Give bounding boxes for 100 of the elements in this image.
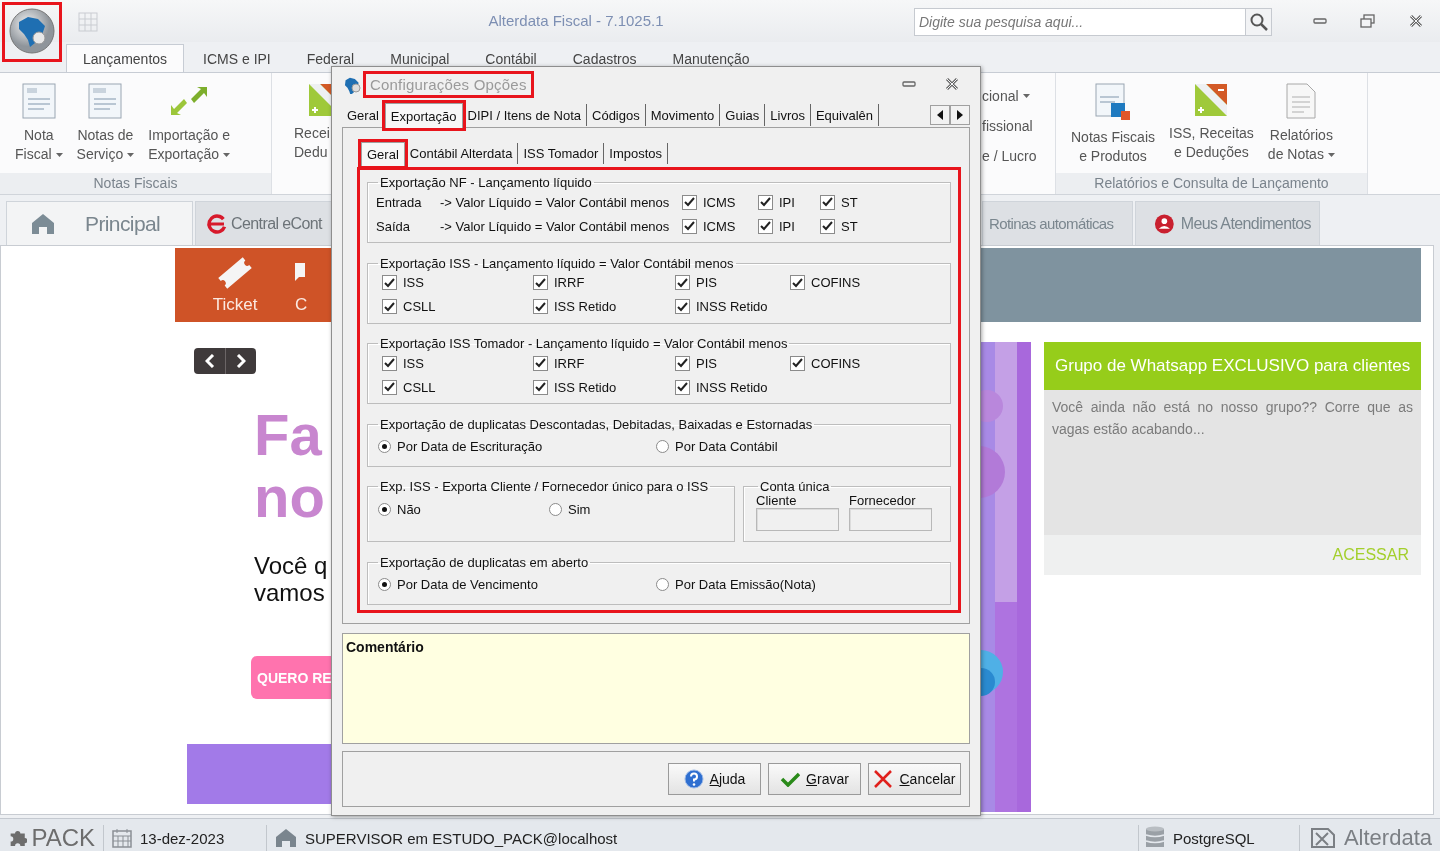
- radio-button[interactable]: [378, 440, 391, 454]
- checkbox[interactable]: [533, 355, 548, 371]
- radio-label: Por Data de Vencimento: [397, 577, 538, 593]
- checkbox[interactable]: [533, 299, 548, 315]
- check-icon: [780, 771, 801, 787]
- checkmark-icon: [384, 301, 395, 312]
- grid-icon: [78, 12, 98, 32]
- ribbon-button[interactable]: Nota Fiscal: [8, 83, 70, 164]
- search-button[interactable]: [1246, 8, 1272, 36]
- ribbon-menu-item[interactable]: fissional: [980, 111, 1055, 141]
- ribbon-button[interactable]: Notas de Serviço: [69, 83, 142, 164]
- checkbox[interactable]: [675, 275, 690, 291]
- shortcut-link[interactable]: Ticket: [175, 248, 295, 322]
- subtab[interactable]: Geral: [361, 142, 405, 166]
- group-title: Exportação de duplicatas Descontadas, Debitadas, Baixadas e Estornadas: [379, 416, 814, 432]
- checkmark-icon: [760, 197, 771, 207]
- chevron-left-icon: [204, 354, 215, 368]
- dialog-tab[interactable]: Equivalên: [810, 104, 880, 126]
- dialog-tab[interactable]: Movimento: [645, 104, 721, 126]
- radio-button[interactable]: [378, 502, 391, 516]
- dialog-button[interactable]: Ajuda: [668, 763, 761, 795]
- radio-label: Sim: [568, 501, 591, 517]
- checkbox[interactable]: [533, 275, 548, 291]
- checkbox[interactable]: [820, 194, 835, 210]
- checkbox-label: ICMS: [703, 218, 736, 234]
- document-icon: [1095, 83, 1131, 121]
- checkbox-label: ST: [841, 218, 858, 234]
- ribbon-tab[interactable]: Lançamentos: [66, 44, 185, 72]
- radio-button[interactable]: [656, 578, 669, 592]
- checkbox[interactable]: [675, 299, 690, 315]
- checkbox[interactable]: [382, 379, 397, 395]
- checkbox[interactable]: [675, 355, 690, 371]
- subtab[interactable]: Impostos: [604, 143, 669, 164]
- dialog-tab[interactable]: DIPI / Itens de Nota: [462, 104, 587, 126]
- radio-label: Por Data Contábil: [675, 439, 778, 455]
- card-title: Grupo de Whatsapp EXCLUSIVO para clientes: [1044, 342, 1421, 390]
- dialog-button[interactable]: Gravar: [768, 763, 861, 795]
- scroll-left-button[interactable]: [930, 105, 950, 125]
- checkmark-icon: [677, 382, 688, 393]
- group-title: Exportação ISS - Lançamento líquido = Valor Contábil menos: [379, 255, 735, 271]
- checkmark-icon: [792, 358, 803, 369]
- comment-box[interactable]: Comentário: [342, 633, 970, 744]
- checkmark-icon: [792, 277, 803, 288]
- headline: Fa no: [254, 404, 325, 528]
- document-icon: [21, 83, 56, 119]
- home-icon: [31, 212, 55, 235]
- checkbox[interactable]: [675, 379, 690, 395]
- dialog-tab[interactable]: Códigos: [587, 104, 646, 126]
- close-icon: [1409, 14, 1423, 28]
- tag-icon: [1194, 83, 1229, 117]
- formula-text: -> Valor Líquido = Valor Contábil menos: [440, 194, 671, 210]
- search-field[interactable]: Digite sua pesquisa aqui...: [914, 8, 1246, 36]
- checkbox[interactable]: [533, 379, 548, 395]
- checkbox[interactable]: [790, 275, 805, 291]
- radio-label: Não: [397, 501, 421, 517]
- checkmark-icon: [677, 301, 688, 312]
- radio-button[interactable]: [549, 502, 562, 516]
- dialog-button[interactable]: Cancelar: [868, 763, 961, 795]
- window-title: Alterdata Fiscal - 7.1025.1: [487, 12, 665, 29]
- minimize-icon: [902, 80, 916, 88]
- dialog-tab[interactable]: Exportação: [384, 103, 463, 128]
- checkmark-icon: [760, 221, 771, 231]
- ribbon-menu-item[interactable]: cional: [980, 81, 1055, 111]
- scroll-right-button[interactable]: [950, 105, 970, 125]
- group-title: Relatórios e Consulta de Lançamento: [1056, 173, 1367, 194]
- dialog-tab[interactable]: Guias: [720, 104, 766, 126]
- checkbox[interactable]: [382, 299, 397, 315]
- checkbox-label: CSLL: [403, 299, 436, 315]
- checkbox[interactable]: [758, 218, 773, 234]
- ribbon-button[interactable]: ISS, Receitas e Deduções: [1162, 83, 1261, 162]
- checkbox[interactable]: [790, 355, 805, 371]
- checkbox-label: PIS: [696, 275, 717, 291]
- ribbon-tab[interactable]: ICMS e IPI: [186, 44, 288, 72]
- checkbox[interactable]: [382, 275, 397, 291]
- ribbon-button[interactable]: Relatórios de Notas: [1260, 83, 1342, 164]
- checkbox-label: ICMS: [703, 194, 736, 210]
- input-field[interactable]: [756, 508, 839, 532]
- subtab[interactable]: ISS Tomador: [518, 143, 605, 164]
- group-title: Exportação de duplicatas em aberto: [379, 554, 590, 570]
- checkbox-label: IRRF: [554, 355, 585, 371]
- radio-button[interactable]: [378, 578, 391, 592]
- checkbox[interactable]: [682, 218, 697, 234]
- e-logo-icon: [206, 212, 228, 235]
- input-field[interactable]: [849, 508, 932, 532]
- checkbox[interactable]: [682, 194, 697, 210]
- card-text: Você ainda não está no nosso grupo?? Corre que as vagas estão acabando...: [1044, 390, 1421, 535]
- checkbox[interactable]: [758, 194, 773, 210]
- checkbox[interactable]: [382, 355, 397, 371]
- ribbon-button[interactable]: Importação e Exportação: [141, 83, 238, 164]
- ribbon-button[interactable]: Notas Fiscais e Produtos: [1064, 83, 1163, 166]
- field-label: Fornecedor: [849, 494, 917, 509]
- document-icon: [88, 83, 123, 119]
- dialog-tab[interactable]: Livros: [765, 104, 811, 126]
- ribbon-menu-item[interactable]: e / Lucro: [980, 141, 1055, 171]
- shortcut-link[interactable]: C: [295, 248, 331, 322]
- checkbox[interactable]: [820, 218, 835, 234]
- radio-button[interactable]: [656, 440, 669, 454]
- checkbox-label: COFINS: [811, 275, 861, 291]
- checkmark-icon: [384, 277, 395, 288]
- subtab[interactable]: Contábil Alterdata: [404, 143, 519, 164]
